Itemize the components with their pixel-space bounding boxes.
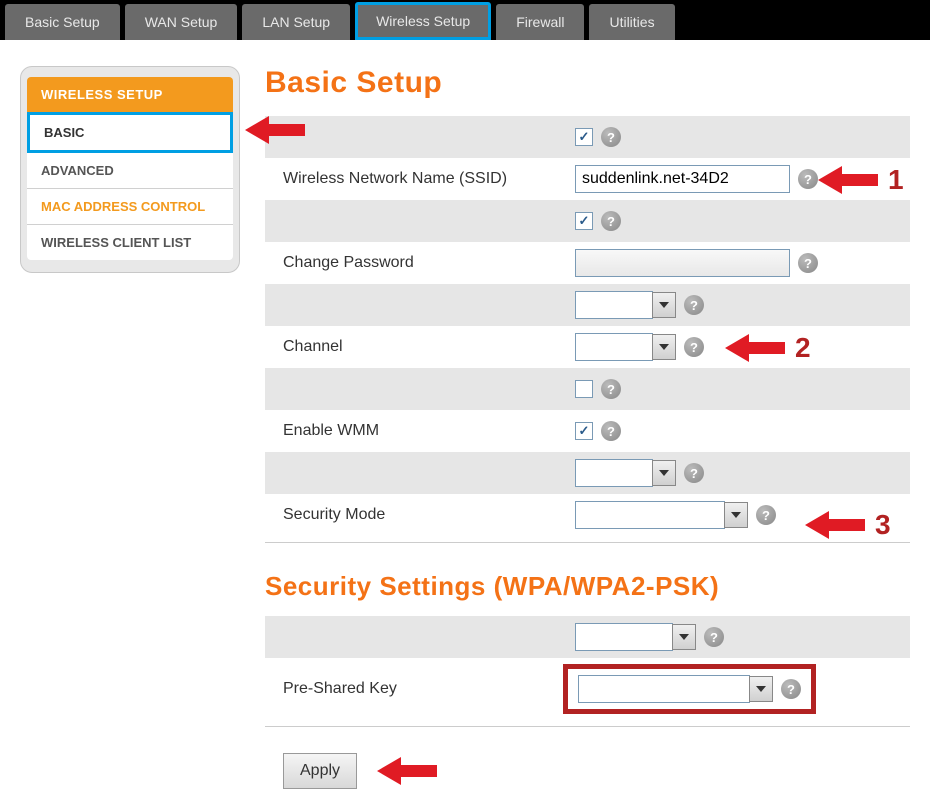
ssid-input[interactable]	[575, 165, 790, 193]
psk-label: Pre-Shared Key	[265, 680, 575, 698]
help-icon[interactable]: ?	[684, 463, 704, 483]
psk-highlight: ?	[563, 664, 816, 714]
dropdown-icon[interactable]	[724, 502, 748, 528]
help-icon[interactable]: ?	[798, 169, 818, 189]
row-mode-header: ?	[265, 284, 910, 326]
annotation-arrow-2: 2	[725, 330, 811, 366]
help-icon[interactable]: ?	[756, 505, 776, 525]
row-change-password: Change Password ?	[265, 242, 910, 284]
row-wmm-header: ?	[265, 368, 910, 410]
sidebar-item-advanced[interactable]: ADVANCED	[27, 153, 233, 189]
page-title-security: Security Settings (WPA/WPA2-PSK)	[265, 571, 910, 602]
row-enable-wireless-header: ?	[265, 116, 910, 158]
dropdown-icon[interactable]	[652, 334, 676, 360]
change-password-label: Change Password	[265, 254, 575, 272]
enable-wmm-checkbox[interactable]	[575, 422, 593, 440]
row-channel: Channel ? 2	[265, 326, 910, 368]
row-security-header: ?	[265, 452, 910, 494]
top-nav: Basic Setup WAN Setup LAN Setup Wireless…	[0, 0, 930, 40]
unknown-checkbox[interactable]	[575, 380, 593, 398]
help-icon[interactable]: ?	[704, 627, 724, 647]
annotation-arrow-1: 1	[818, 162, 904, 198]
row-enable-wmm: Enable WMM ?	[265, 410, 910, 452]
dropdown-icon[interactable]	[749, 676, 773, 702]
apply-button[interactable]: Apply	[283, 753, 357, 789]
help-icon[interactable]: ?	[601, 379, 621, 399]
enable-wireless-checkbox[interactable]	[575, 128, 593, 146]
dropdown-icon[interactable]	[652, 460, 676, 486]
dropdown-icon[interactable]	[672, 624, 696, 650]
tab-utilities[interactable]: Utilities	[589, 4, 674, 40]
tab-basic-setup[interactable]: Basic Setup	[5, 4, 120, 40]
broadcast-ssid-checkbox[interactable]	[575, 212, 593, 230]
mode-select[interactable]	[575, 291, 653, 319]
help-icon[interactable]: ?	[684, 337, 704, 357]
row-security-mode: Security Mode ? 3	[265, 494, 910, 536]
page-title-basic: Basic Setup	[265, 66, 910, 100]
psk-select[interactable]	[578, 675, 750, 703]
sidebar-header: WIRELESS SETUP	[27, 77, 233, 112]
divider	[265, 726, 910, 727]
sidebar-item-mac-address[interactable]: MAC ADDRESS CONTROL	[27, 189, 233, 225]
change-password-input[interactable]	[575, 249, 790, 277]
security-header-select[interactable]	[575, 459, 653, 487]
channel-label: Channel	[265, 338, 575, 356]
tab-wan-setup[interactable]: WAN Setup	[125, 4, 238, 40]
dropdown-icon[interactable]	[652, 292, 676, 318]
tab-wireless-setup[interactable]: Wireless Setup	[355, 2, 491, 40]
row-broadcast-header: ?	[265, 200, 910, 242]
sidebar-item-client-list[interactable]: WIRELESS CLIENT LIST	[27, 225, 233, 260]
help-icon[interactable]: ?	[601, 127, 621, 147]
sidebar: WIRELESS SETUP BASIC ADVANCED MAC ADDRES…	[20, 66, 240, 789]
security-mode-select[interactable]	[575, 501, 725, 529]
row-psk: Pre-Shared Key ?	[265, 658, 910, 720]
security-mode-label: Security Mode	[265, 506, 575, 524]
help-icon[interactable]: ?	[601, 421, 621, 441]
tab-firewall[interactable]: Firewall	[496, 4, 584, 40]
channel-select[interactable]	[575, 333, 653, 361]
tab-lan-setup[interactable]: LAN Setup	[242, 4, 350, 40]
row-ssid: Wireless Network Name (SSID) ? 1	[265, 158, 910, 200]
annotation-arrow-apply	[377, 753, 437, 789]
help-icon[interactable]: ?	[684, 295, 704, 315]
annotation-arrow-basic	[245, 112, 305, 148]
help-icon[interactable]: ?	[601, 211, 621, 231]
content-area: Basic Setup ? Wireless Network Name (SSI…	[265, 66, 910, 789]
enable-wmm-label: Enable WMM	[265, 422, 575, 440]
row-encryption-header: ?	[265, 616, 910, 658]
sidebar-item-basic[interactable]: BASIC	[27, 112, 233, 153]
help-icon[interactable]: ?	[781, 679, 801, 699]
help-icon[interactable]: ?	[798, 253, 818, 273]
annotation-arrow-3: 3	[805, 507, 891, 543]
ssid-label: Wireless Network Name (SSID)	[265, 170, 575, 188]
encryption-select[interactable]	[575, 623, 673, 651]
